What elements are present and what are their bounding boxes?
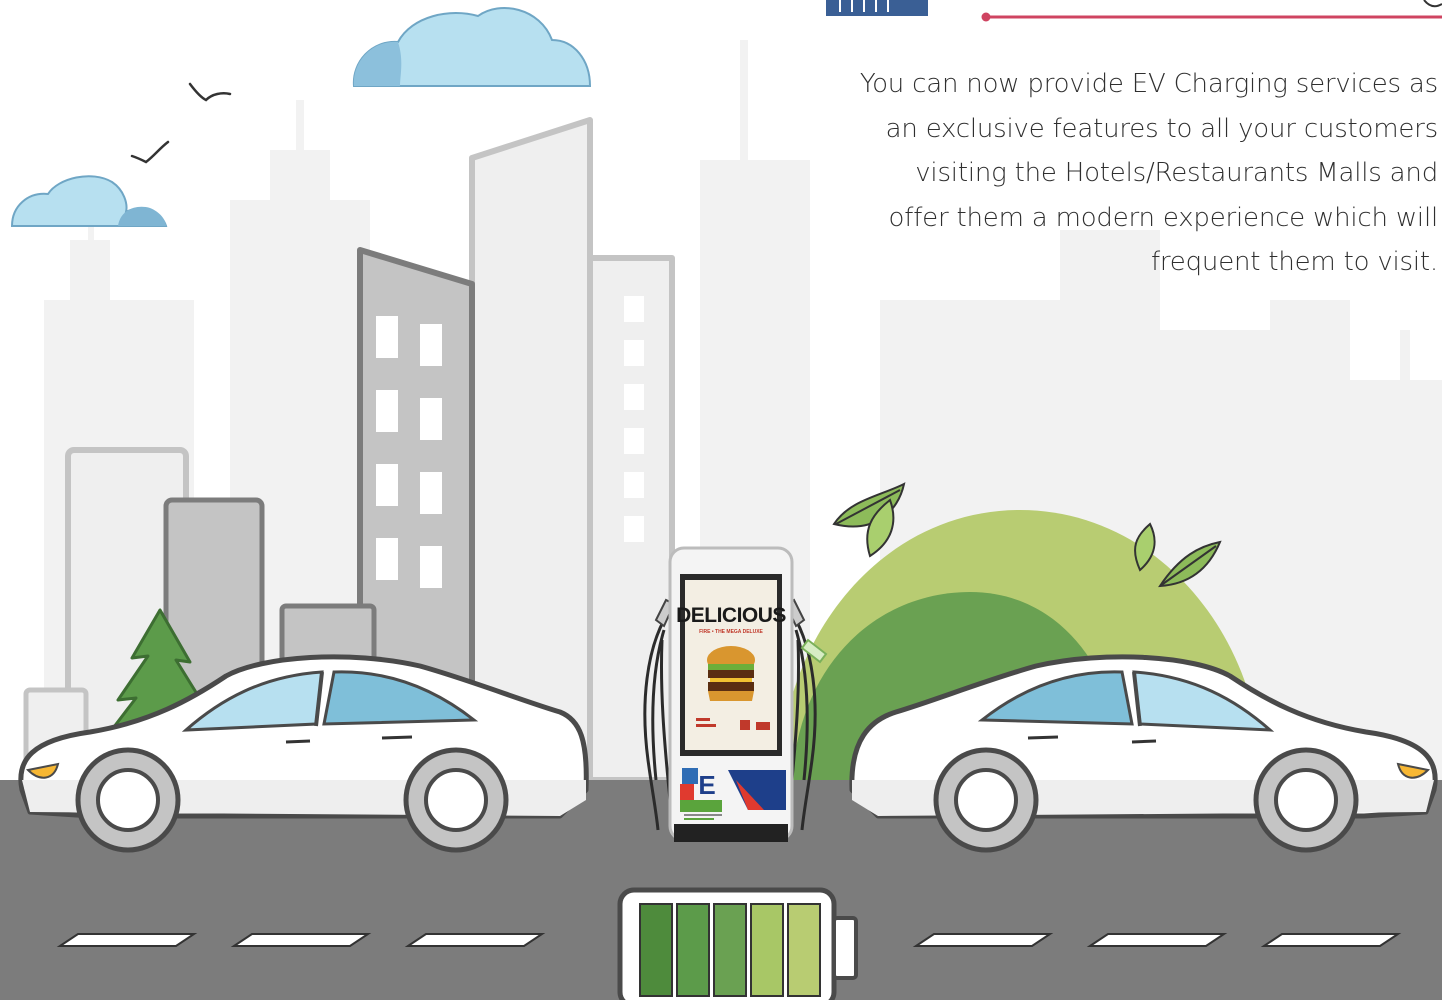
charger-screen-subtitle: FIRE • THE MEGA DELUXE [699,629,763,635]
cloud-icon [10,175,168,227]
building-tall-white [469,117,593,783]
cloud-icon [352,7,592,87]
battery-icon [617,887,858,1000]
battery-bar [639,903,673,997]
battery-bar [676,903,710,997]
description-line: frequent them to visit. [1150,247,1438,277]
bird-icon [188,82,232,102]
bird-icon [130,140,170,164]
charger-screen-title: DELICIOUS [676,604,786,627]
description-line: visiting the Hotels/Restaurants Malls an… [915,158,1438,188]
building-white-windows [587,255,675,783]
charger-logo-letter: E [698,770,715,800]
description-line: You can now provide EV Charging services… [859,69,1438,99]
battery-bar [787,903,821,997]
service-description: You can now provide EV Charging services… [780,62,1438,285]
battery-bar [750,903,784,997]
battery-bar [713,903,747,997]
battery-level [639,903,821,997]
description-line: an exclusive features to all your custom… [885,113,1439,144]
burger-icon [707,646,755,701]
solar-panel-icon [826,0,928,16]
description-line: offer them a modern experience which wil… [888,202,1439,233]
accent-divider [981,0,1442,22]
